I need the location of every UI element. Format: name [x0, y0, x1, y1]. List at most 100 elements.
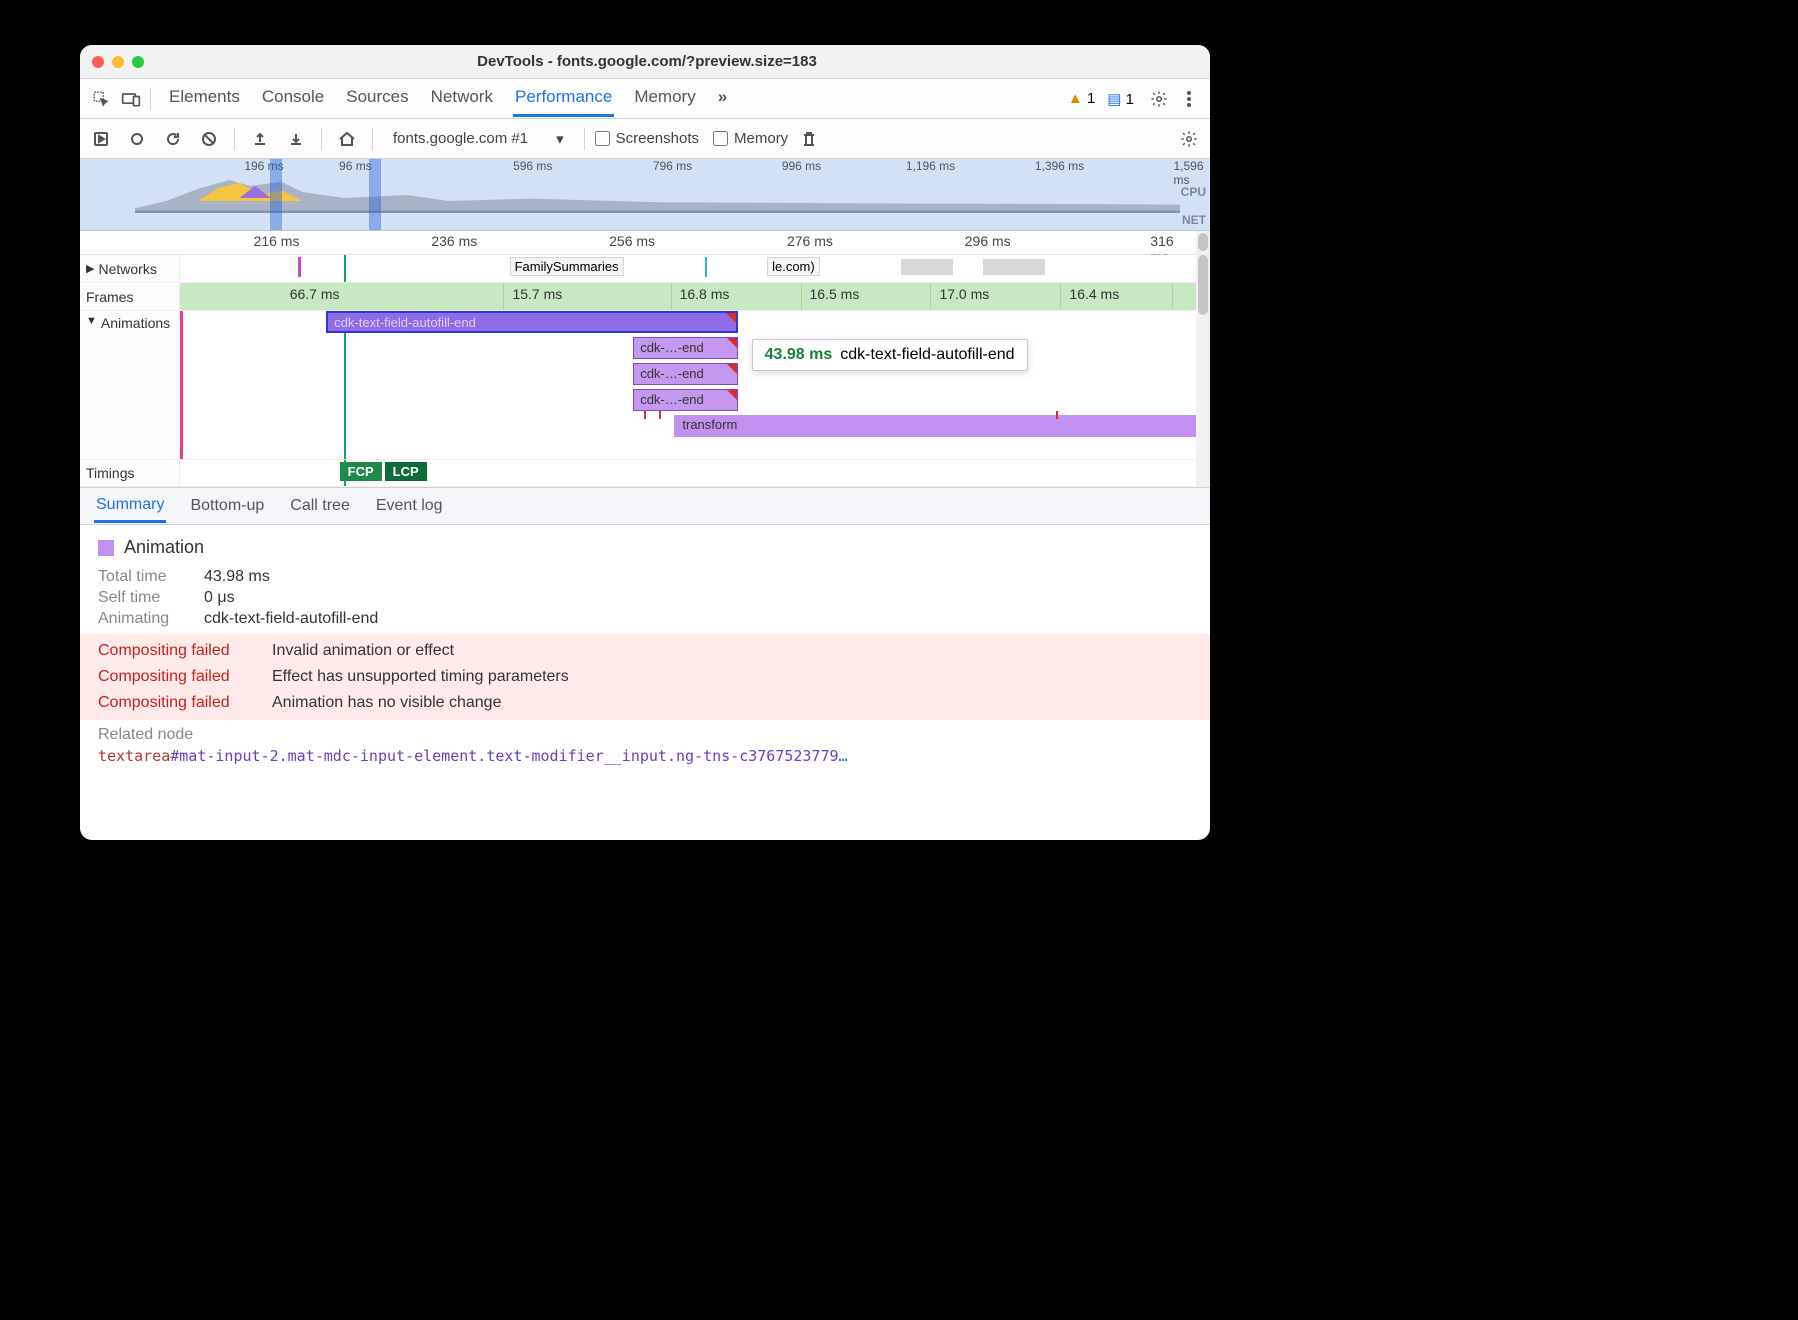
frame-cell[interactable]: 66.7 ms [282, 283, 505, 310]
devtools-window: DevTools - fonts.google.com/?preview.siz… [80, 45, 1210, 840]
tab-elements[interactable]: Elements [167, 80, 242, 117]
pink-marker [180, 311, 183, 459]
failure-reason: Invalid animation or effect [272, 642, 454, 660]
device-toolbar-icon[interactable] [116, 84, 146, 114]
failure-reason: Animation has no visible change [272, 694, 501, 712]
animation-bar[interactable]: cdk-…-end [633, 389, 738, 411]
select-element-icon[interactable] [86, 84, 116, 114]
warning-corner-icon [727, 338, 737, 348]
warning-corner-icon [727, 390, 737, 400]
tab-performance[interactable]: Performance [513, 80, 614, 117]
overview-tick: 796 ms [653, 159, 692, 173]
animation-bar[interactable]: cdk-…-end [633, 337, 738, 359]
failure-reason: Effect has unsupported timing parameters [272, 668, 569, 686]
home-icon[interactable] [332, 124, 362, 154]
reload-icon[interactable] [158, 124, 188, 154]
flamechart-ruler[interactable]: 216 ms236 ms256 ms276 ms296 ms316 ms [80, 231, 1210, 255]
summary-panel: Animation Total time43.98 ms Self time0 … [80, 525, 1210, 840]
transform-bar[interactable]: transform [674, 415, 1210, 437]
category-swatch-icon [98, 540, 114, 556]
tooltip-name: cdk-text-field-autofill-end [840, 346, 1014, 364]
timeline-overview[interactable]: 196 ms96 ms596 ms796 ms996 ms1,196 ms1,3… [80, 159, 1210, 231]
related-node-label: Related node [98, 726, 193, 744]
ruler-tick: 276 ms [787, 233, 833, 249]
detail-tab-eventlog[interactable]: Event log [374, 491, 445, 521]
timings-track-label: Timings [86, 465, 135, 481]
more-menu-icon[interactable] [1174, 84, 1204, 114]
overview-tick: 596 ms [513, 159, 552, 173]
failure-label: Compositing failed [98, 694, 258, 712]
network-item[interactable]: FamilySummaries [510, 257, 624, 276]
tab-memory[interactable]: Memory [632, 80, 697, 117]
cpu-overview-graph [135, 177, 1180, 213]
network-track[interactable]: ▶Networks FamilySummaries le.com) [80, 255, 1210, 283]
dropdown-icon: ▾ [556, 130, 564, 148]
overview-handle-left[interactable] [270, 159, 282, 230]
related-node-link[interactable]: textarea#mat-input-2.mat-mdc-input-eleme… [98, 747, 1192, 765]
frames-track-label: Frames [86, 289, 133, 305]
settings-icon[interactable] [1144, 84, 1174, 114]
panel-tabs: Elements Console Sources Network Perform… [167, 80, 729, 117]
frames-track[interactable]: Frames 66.7 ms15.7 ms16.8 ms16.5 ms17.0 … [80, 283, 1210, 311]
animations-track[interactable]: ▼Animations cdk-text-field-autofill-end … [80, 311, 1210, 459]
recording-label: fonts.google.com #1 [393, 130, 528, 147]
animating-value: cdk-text-field-autofill-end [204, 610, 378, 628]
timings-track[interactable]: Timings FCP LCP [80, 459, 1210, 487]
issues-badge[interactable]: ▤ 1 [1107, 90, 1134, 108]
warning-corner-icon [726, 313, 736, 323]
animating-label: Animating [98, 610, 190, 628]
memory-checkbox[interactable]: Memory [713, 130, 788, 147]
overview-tick: 996 ms [782, 159, 821, 173]
network-track-label: Networks [98, 261, 156, 277]
tooltip-duration: 43.98 ms [765, 346, 833, 364]
close-window-button[interactable] [92, 56, 104, 68]
frame-cell[interactable]: 16.4 ms [1061, 283, 1172, 310]
minimize-window-button[interactable] [112, 56, 124, 68]
ruler-tick: 256 ms [609, 233, 655, 249]
overview-tick: 1,396 ms [1035, 159, 1084, 173]
detail-tab-calltree[interactable]: Call tree [288, 491, 352, 521]
save-profile-icon[interactable] [281, 124, 311, 154]
maximize-window-button[interactable] [132, 56, 144, 68]
frame-cell[interactable]: 16.5 ms [802, 283, 932, 310]
lcp-badge[interactable]: LCP [385, 462, 427, 481]
total-time-label: Total time [98, 568, 190, 586]
frame-cell[interactable]: 16.8 ms [672, 283, 802, 310]
frame-cell[interactable]: 15.7 ms [504, 283, 671, 310]
detail-tab-bottomup[interactable]: Bottom-up [188, 491, 266, 521]
load-profile-icon[interactable] [245, 124, 275, 154]
cpu-label: CPU [1181, 185, 1206, 199]
toggle-record-icon[interactable] [86, 124, 116, 154]
frame-cell[interactable]: 17.0 ms [931, 283, 1061, 310]
failure-label: Compositing failed [98, 642, 258, 660]
collect-garbage-icon[interactable] [794, 124, 824, 154]
window-title: DevTools - fonts.google.com/?preview.siz… [144, 53, 1150, 70]
tab-console[interactable]: Console [260, 80, 326, 117]
tabs-overflow[interactable]: » [716, 80, 729, 117]
hover-tooltip: 43.98 ms cdk-text-field-autofill-end [752, 339, 1028, 371]
compositing-failures: Compositing failed Invalid animation or e… [80, 634, 1210, 720]
self-time-value: 0 μs [204, 589, 235, 607]
overview-handle-right[interactable] [369, 159, 381, 230]
network-item[interactable]: le.com) [767, 257, 820, 276]
recording-select[interactable]: fonts.google.com #1 ▾ [383, 130, 574, 148]
fcp-badge[interactable]: FCP [340, 462, 382, 481]
tab-network[interactable]: Network [429, 80, 495, 117]
warning-corner-icon [727, 364, 737, 374]
ruler-tick: 216 ms [254, 233, 300, 249]
record-icon[interactable] [122, 124, 152, 154]
animations-track-label: Animations [101, 315, 170, 331]
performance-toolbar: fonts.google.com #1 ▾ Screenshots Memory [80, 119, 1210, 159]
tab-sources[interactable]: Sources [344, 80, 410, 117]
net-label: NET [1182, 213, 1206, 227]
animation-bar-selected[interactable]: cdk-text-field-autofill-end [326, 311, 738, 333]
clear-icon[interactable] [194, 124, 224, 154]
failure-label: Compositing failed [98, 668, 258, 686]
detail-tab-summary[interactable]: Summary [94, 490, 166, 523]
animation-bar[interactable]: cdk-…-end [633, 363, 738, 385]
screenshots-checkbox[interactable]: Screenshots [595, 130, 699, 147]
capture-settings-icon[interactable] [1174, 124, 1204, 154]
overview-tick: 96 ms [339, 159, 372, 173]
warnings-badge[interactable]: ▲ 1 [1068, 90, 1095, 107]
total-time-value: 43.98 ms [204, 568, 270, 586]
